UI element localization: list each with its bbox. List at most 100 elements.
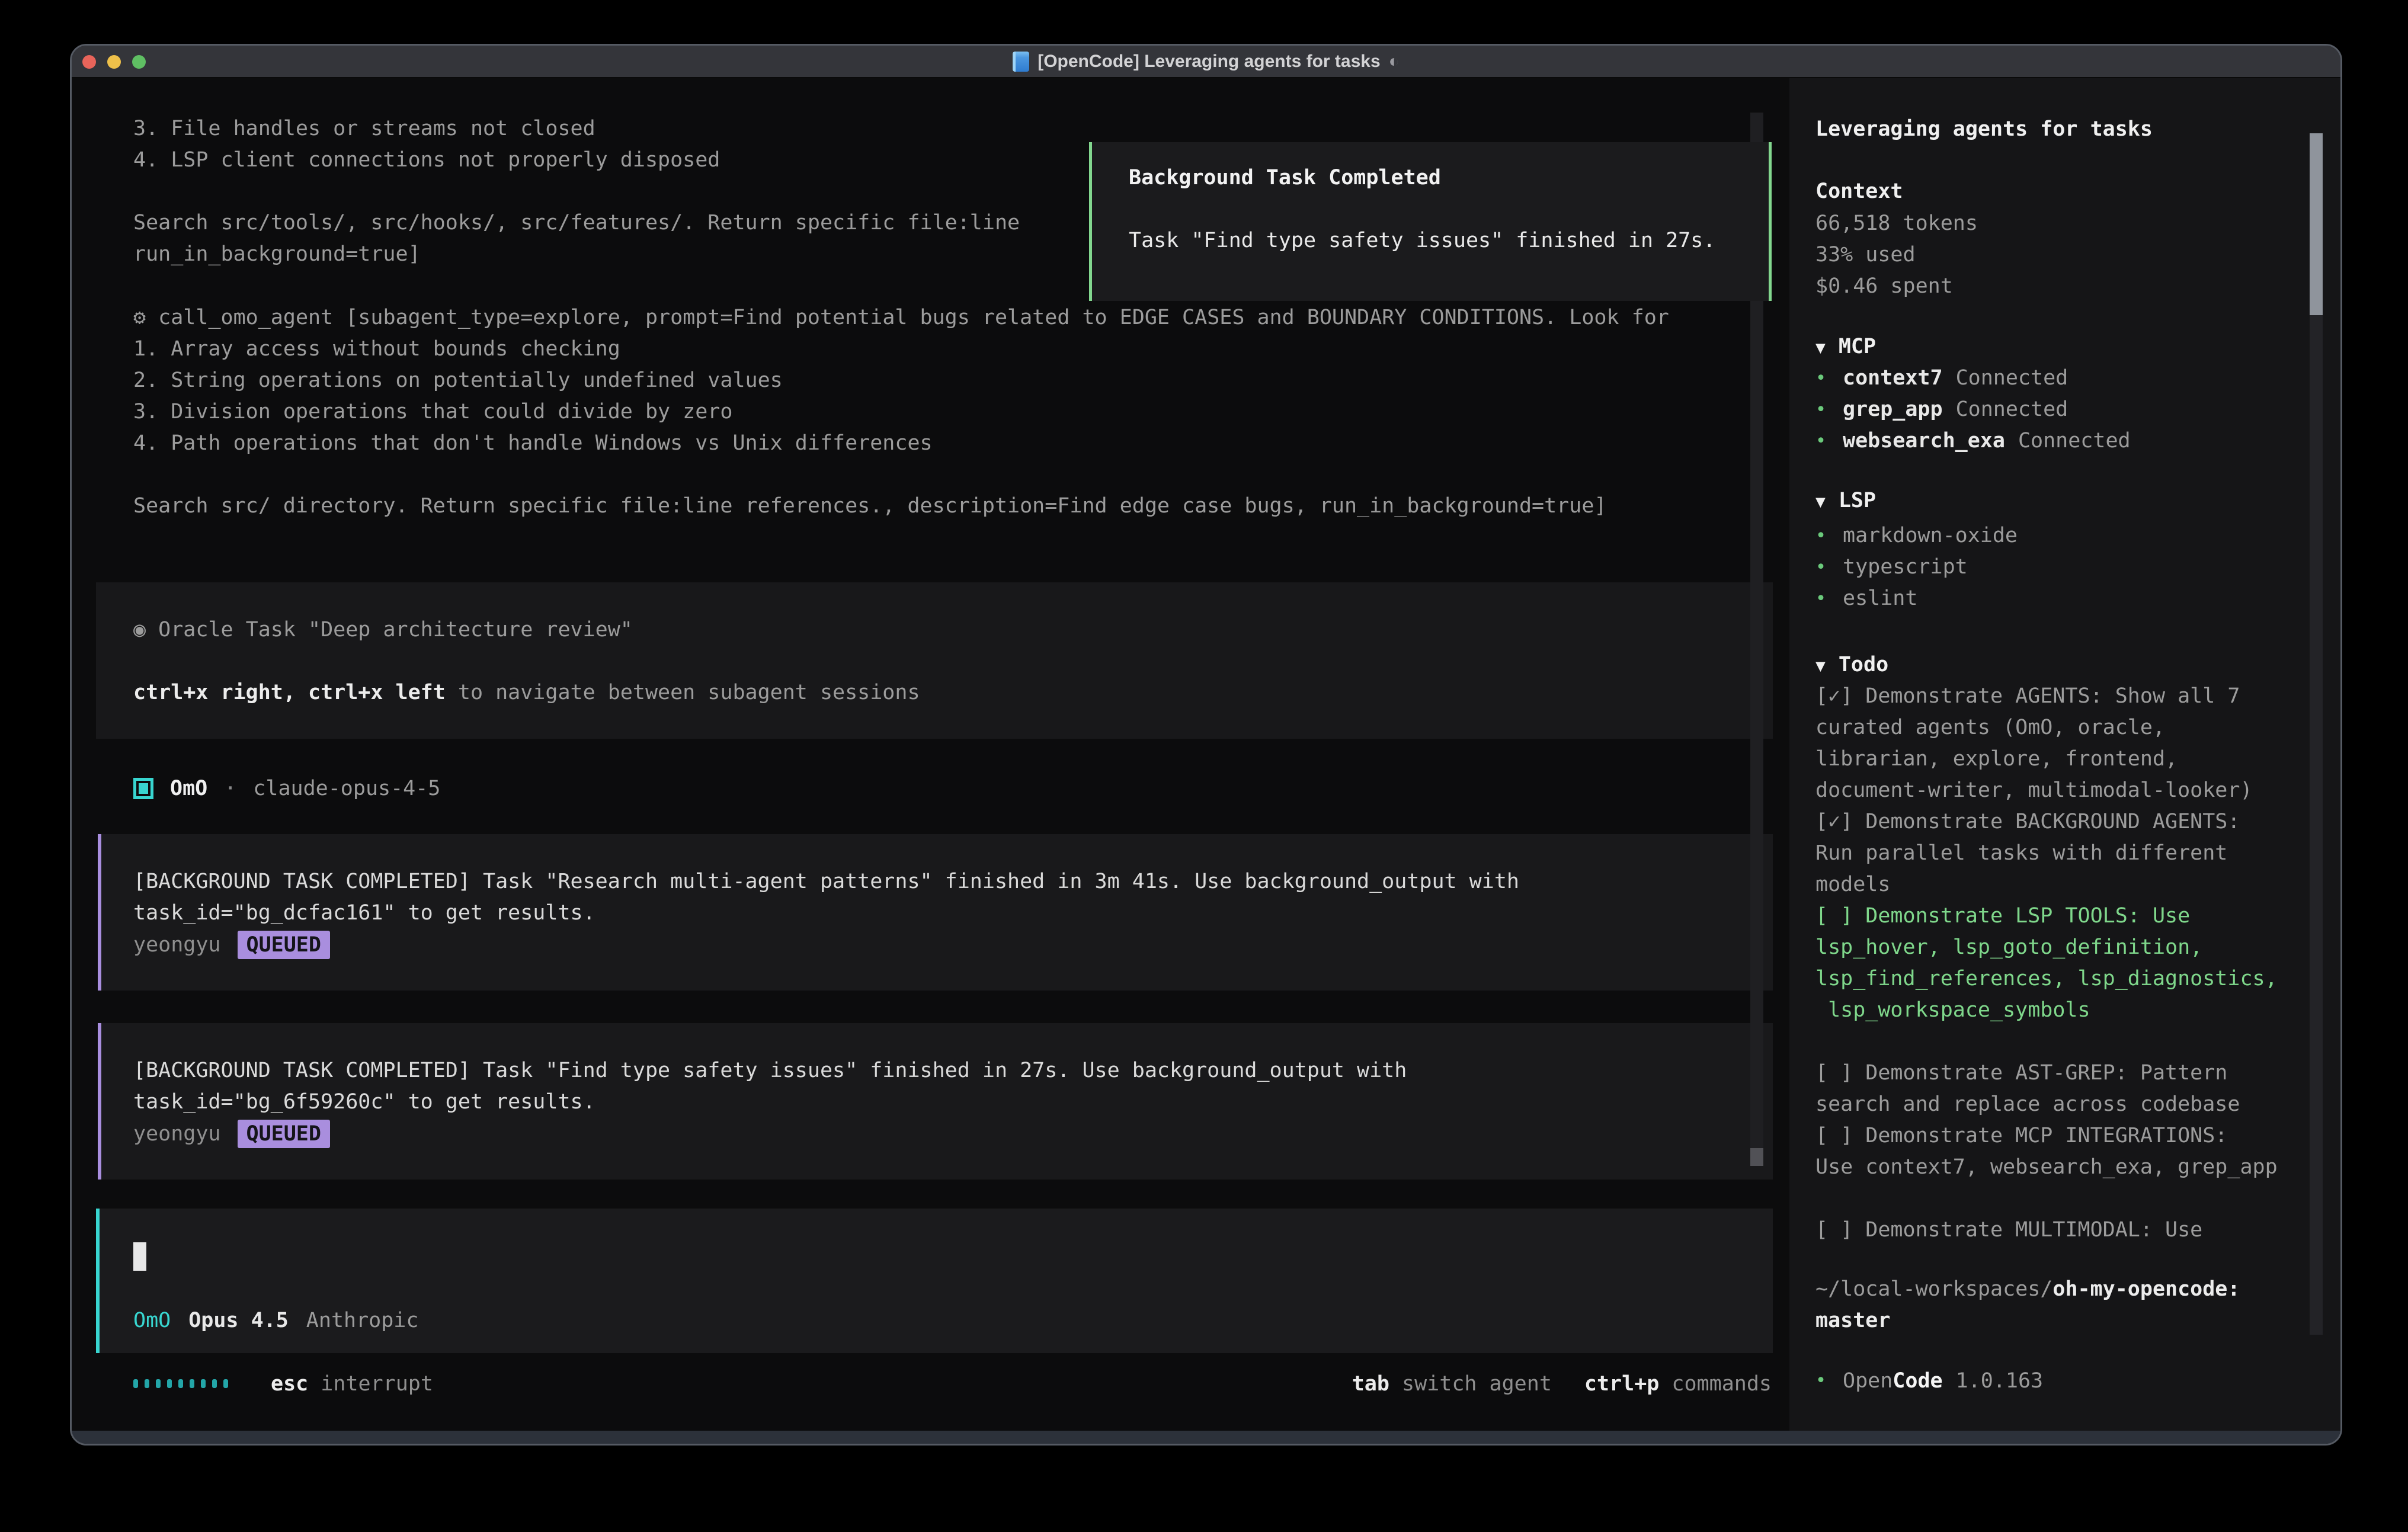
mcp-list: •context7Connected•grep_appConnected•web… [1815, 363, 2131, 457]
status-dot-icon: • [1815, 583, 1843, 614]
message-line [133, 176, 1020, 207]
context-stat-line: 33% used [1815, 239, 1978, 271]
keyhint-key: tab [1352, 1372, 1389, 1396]
tool-call-line: 4. Path operations that don't handle Win… [133, 428, 1669, 459]
background-task-card: [BACKGROUND TASK COMPLETED] Task "Find t… [98, 1023, 1773, 1180]
oracle-shortcut-hint: ctrl+x right, ctrl+x left to navigate be… [133, 677, 1773, 709]
todo-section-header[interactable]: ▼Todo [1815, 649, 1888, 681]
task-message-line: task_id="bg_6f59260c" to get results. [133, 1086, 1773, 1118]
status-badge: QUEUED [238, 931, 330, 959]
repo-name: oh-my-opencode: [2052, 1277, 2240, 1301]
chevron-down-icon: ▼ [1815, 492, 1826, 511]
status-dot-icon: • [1815, 1370, 1843, 1391]
todo-line: document-writer, multimodal-looker) [1815, 775, 2278, 806]
session-title: Leveraging agents for tasks [1815, 114, 2153, 145]
message-line: run_in_background=true] [133, 239, 1020, 270]
mcp-item: •context7Connected [1815, 363, 2131, 394]
agent-checkbox-icon [133, 778, 153, 799]
oracle-task-title: ◉ Oracle Task "Deep architecture review" [133, 614, 1773, 646]
tool-call-line: Search src/ directory. Return specific f… [133, 491, 1669, 522]
status-dot-icon: • [1815, 552, 1843, 583]
close-button[interactable] [82, 55, 96, 69]
lsp-item: •typescript [1815, 552, 2018, 583]
mcp-server-status: Connected [1956, 394, 2068, 425]
todo-line: [ ] Demonstrate LSP TOOLS: Use [1815, 900, 2278, 932]
context-stat-line: 66,518 tokens [1815, 208, 1978, 239]
lsp-server-name: markdown-oxide [1843, 520, 2018, 552]
task-user: yeongyu [133, 1122, 221, 1146]
oracle-task-block: ◉ Oracle Task "Deep architecture review"… [96, 582, 1773, 739]
todo-line: search and replace across codebase [1815, 1089, 2278, 1120]
active-agent[interactable]: OmO [133, 1309, 171, 1332]
mcp-server-name: grep_app [1843, 394, 1943, 425]
shortcut-keys: ctrl+x right, ctrl+x left [133, 681, 446, 704]
status-dot-icon: • [1815, 520, 1843, 552]
terminal-window: [OpenCode] Leveraging agents for tasks ◐… [70, 44, 2342, 1446]
tool-call-line: 3. Division operations that could divide… [133, 396, 1669, 428]
context-heading: Context [1815, 176, 1903, 207]
agent-model: claude-opus-4-5 [253, 777, 440, 800]
lsp-item: •markdown-oxide [1815, 520, 2018, 552]
todo-line: Run parallel tasks with different [1815, 838, 2278, 869]
task-message-line: [BACKGROUND TASK COMPLETED] Task "Resear… [133, 866, 1773, 898]
mcp-section-header[interactable]: ▼MCP [1815, 331, 1876, 363]
lsp-section-header[interactable]: ▼LSP [1815, 485, 1876, 517]
mcp-item: •websearch_exaConnected [1815, 425, 2131, 457]
window-bottom-edge [72, 1431, 2340, 1444]
tool-call-line: 1. Array access without bounds checking [133, 334, 1669, 365]
todo-line: [ ] Demonstrate MCP INTEGRATIONS: [1815, 1120, 2278, 1152]
window-title: [OpenCode] Leveraging agents for tasks [1038, 52, 1380, 72]
background-task-card: [BACKGROUND TASK COMPLETED] Task "Resear… [98, 834, 1773, 991]
chevron-down-icon: ▼ [1815, 338, 1826, 357]
sidebar: Leveraging agents for tasks Context 66,5… [1789, 78, 2340, 1431]
window-title-group: [OpenCode] Leveraging agents for tasks ◐ [1013, 52, 1400, 72]
document-icon [1013, 52, 1029, 72]
mcp-server-name: websearch_exa [1843, 425, 2005, 457]
status-right-keyhints: tab switch agent ctrl+p commands [1352, 1372, 1772, 1396]
keyhint-key: ctrl+p [1584, 1372, 1659, 1396]
titlebar[interactable]: [OpenCode] Leveraging agents for tasks ◐ [72, 46, 2340, 78]
toast-body: Task "Find type safety issues" finished … [1129, 225, 1769, 257]
lsp-list: •markdown-oxide•typescript•eslint [1815, 520, 2018, 614]
traffic-lights [82, 46, 146, 78]
todo-line: Use context7, websearch_exa, grep_app [1815, 1152, 2278, 1183]
separator-dot: · [224, 777, 236, 800]
keyhint: ctrl+p commands [1584, 1372, 1772, 1396]
todo-line: lsp_hover, lsp_goto_definition, [1815, 932, 2278, 963]
todo-line: curated agents (OmO, oracle, [1815, 712, 2278, 743]
todo-line: librarian, explore, frontend, [1815, 743, 2278, 775]
sidebar-scrollbar-thumb[interactable] [2310, 133, 2323, 315]
prompt-input[interactable]: OmO Opus 4.5 Anthropic [96, 1209, 1773, 1353]
lsp-server-name: eslint [1843, 583, 1917, 614]
status-badge: QUEUED [238, 1120, 330, 1148]
workspace-path: ~/local-workspaces/oh-my-opencode: maste… [1815, 1274, 2240, 1337]
todo-list: [✓] Demonstrate AGENTS: Show all 7curate… [1815, 681, 2278, 1246]
chat-scrollbar-thumb[interactable] [1750, 1148, 1763, 1166]
model-provider: Anthropic [306, 1309, 419, 1332]
status-dot-icon: • [1815, 425, 1843, 457]
lsp-server-name: typescript [1843, 552, 1968, 583]
session-progress-icon: ◐ [1389, 52, 1400, 72]
todo-line [1815, 1183, 2278, 1214]
tool-call-line: 2. String operations on potentially unde… [133, 365, 1669, 396]
context-stat-line: $0.46 spent [1815, 271, 1978, 302]
record-icon: ◉ [133, 618, 146, 642]
mcp-item: •grep_appConnected [1815, 394, 2131, 425]
keyhint: tab switch agent [1352, 1372, 1552, 1396]
todo-line [1815, 1026, 2278, 1057]
message-line: 3. File handles or streams not closed [133, 113, 1020, 145]
minimize-button[interactable] [107, 55, 121, 69]
sidebar-scrollbar[interactable] [2310, 133, 2323, 1335]
active-model[interactable]: Opus 4.5 [188, 1309, 289, 1332]
keyhint-label: commands [1671, 1372, 1772, 1396]
subagent-session-header[interactable]: OmO · claude-opus-4-5 [133, 773, 440, 804]
status-dot-icon: • [1815, 363, 1843, 394]
path-prefix: ~/local-workspaces/ [1815, 1277, 2052, 1301]
agent-name: OmO [170, 777, 207, 800]
keyhint-interrupt: esc interrupt [271, 1372, 433, 1396]
todo-line: [✓] Demonstrate AGENTS: Show all 7 [1815, 681, 2278, 712]
keyhint-label: switch agent [1402, 1372, 1552, 1396]
todo-line: lsp_find_references, lsp_diagnostics, [1815, 963, 2278, 995]
toast-notification[interactable]: Background Task Completed Task "Find typ… [1089, 142, 1772, 301]
zoom-button[interactable] [132, 55, 146, 69]
